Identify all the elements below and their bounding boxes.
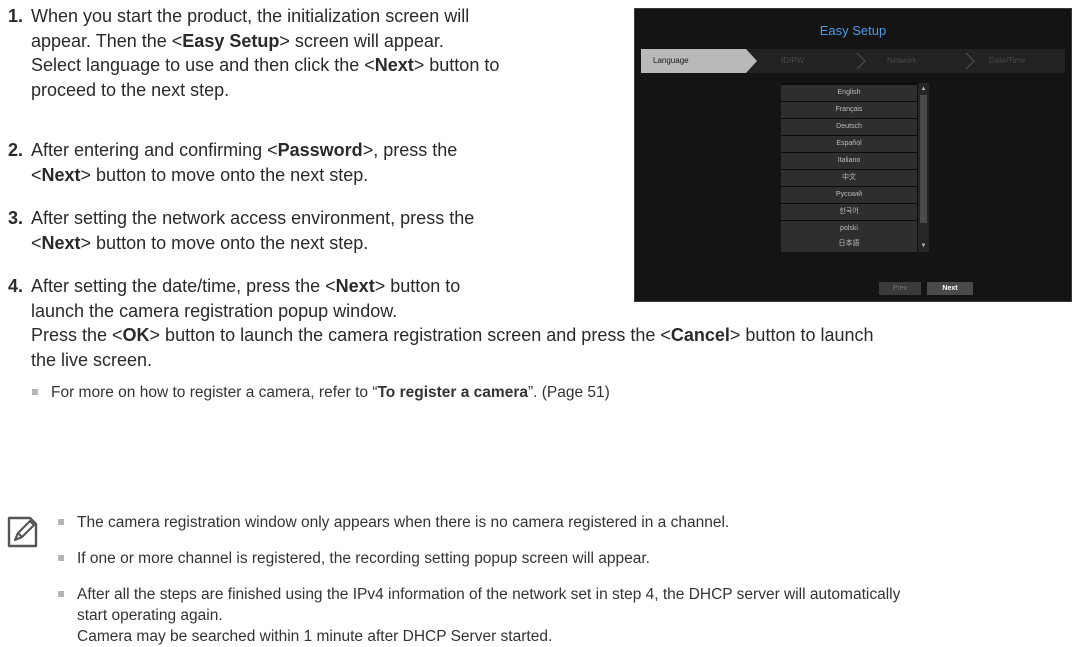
tip-note: For more on how to register a camera, re…	[32, 382, 610, 403]
language-option[interactable]: Español	[781, 136, 917, 152]
step-line: launch the camera registration popup win…	[31, 300, 398, 321]
step-line: > button to	[413, 55, 500, 75]
step-text: When you start the product, the initiali…	[31, 4, 499, 102]
note-text: After all the steps are finished using t…	[77, 584, 900, 647]
step-line: Press the <	[31, 325, 123, 345]
language-option[interactable]: 中文	[781, 170, 917, 186]
tip-link-ref: To register a camera	[377, 384, 528, 401]
step-line: > button to	[374, 276, 461, 296]
language-option[interactable]: Deutsch	[781, 119, 917, 135]
step-bold: Easy Setup	[182, 30, 280, 51]
note-2: If one or more channel is registered, th…	[58, 548, 650, 569]
step-line: > button to launch	[729, 325, 874, 345]
step-bold: OK	[122, 325, 150, 345]
step-bold: Cancel	[670, 325, 730, 345]
step-text: After setting the network access environ…	[31, 206, 474, 255]
prev-button[interactable]: Prev	[879, 282, 921, 295]
step-datetime: Date/Time	[989, 56, 1026, 65]
language-option[interactable]: Français	[781, 102, 917, 118]
tip-text: For more on how to register a camera, re…	[51, 382, 610, 403]
scroll-up-icon[interactable]: ▲	[918, 84, 929, 94]
step-line: <	[31, 232, 42, 253]
memo-pencil-icon	[7, 516, 38, 548]
step-line: <	[31, 164, 42, 185]
note-text: The camera registration window only appe…	[77, 514, 730, 531]
step-line: After setting the date/time, press the <	[31, 276, 336, 296]
note-3: After all the steps are finished using t…	[58, 584, 900, 647]
step-line: >, press the	[362, 140, 458, 160]
note-line: After all the steps are finished using t…	[77, 586, 901, 603]
note-text: If one or more channel is registered, th…	[77, 550, 650, 567]
setup-step-bar: Language ID/PW Network Date/Time	[641, 49, 1065, 73]
step-line: After entering and confirming <	[31, 140, 278, 160]
step-number: 2.	[8, 140, 24, 160]
step-bold: Next	[374, 55, 414, 75]
step-line: > button to move onto the next step.	[80, 232, 369, 253]
note-line: Camera may be searched within 1 minute a…	[77, 628, 553, 645]
step-line: the live screen.	[31, 349, 153, 370]
note-line: start operating again.	[77, 607, 223, 624]
step-bold: Next	[41, 164, 81, 185]
chevron-right-icon	[856, 52, 866, 70]
step-number: 3.	[8, 208, 24, 228]
language-option[interactable]: Русский	[781, 187, 917, 203]
step-idpw: ID/PW	[781, 56, 805, 65]
step-line: > button to launch the camera registrati…	[149, 325, 671, 345]
language-option[interactable]: polski	[781, 221, 917, 237]
step-1: 1. When you start the product, the initi…	[8, 4, 499, 102]
tip-line: For more on how to register a camera, re…	[51, 384, 378, 401]
step-line: > button to move onto the next step.	[80, 164, 369, 185]
next-button[interactable]: Next	[927, 282, 973, 295]
language-list[interactable]: English Français Deutsch Español Italian…	[781, 83, 929, 252]
bullet-square-icon	[58, 519, 64, 525]
scroll-down-icon[interactable]: ▼	[918, 241, 929, 251]
step-line: proceed to the next step.	[31, 79, 230, 100]
step-line: Select language to use and then click th…	[31, 55, 375, 75]
step-bold: Password	[277, 140, 363, 160]
step-bold: Next	[41, 232, 81, 253]
language-option[interactable]: English	[781, 85, 917, 101]
bullet-square-icon	[32, 389, 38, 395]
easy-setup-title: Easy Setup	[819, 23, 887, 38]
step-line: When you start the product, the initiali…	[31, 6, 470, 26]
chevron-right-icon	[965, 52, 975, 70]
step-2: 2. After entering and confirming <Passwo…	[8, 138, 457, 187]
step-text: After entering and confirming <Password>…	[31, 138, 457, 187]
scrollbar-thumb[interactable]	[920, 95, 927, 223]
bullet-square-icon	[58, 591, 64, 597]
step-3: 3. After setting the network access envi…	[8, 206, 474, 255]
language-scrollbar[interactable]: ▲ ▼	[918, 83, 929, 252]
step-line: After setting the network access environ…	[31, 208, 475, 228]
step-language: Language	[653, 56, 689, 65]
note-1: The camera registration window only appe…	[58, 512, 729, 533]
step-network: Network	[887, 56, 917, 65]
language-option[interactable]: Italiano	[781, 153, 917, 169]
language-option[interactable]: 日本語	[781, 236, 917, 252]
step-line: appear. Then the <	[31, 30, 183, 51]
step-number: 4.	[8, 276, 24, 296]
step-line: > screen will appear.	[279, 30, 444, 51]
easy-setup-screenshot: Easy Setup Language ID/PW Network Date/T…	[634, 8, 1072, 302]
step-bold: Next	[335, 276, 375, 296]
language-option[interactable]: 한국어	[781, 204, 917, 220]
step-number: 1.	[8, 6, 24, 26]
tip-line: ”. (Page 51)	[527, 384, 610, 401]
bullet-square-icon	[58, 555, 64, 561]
